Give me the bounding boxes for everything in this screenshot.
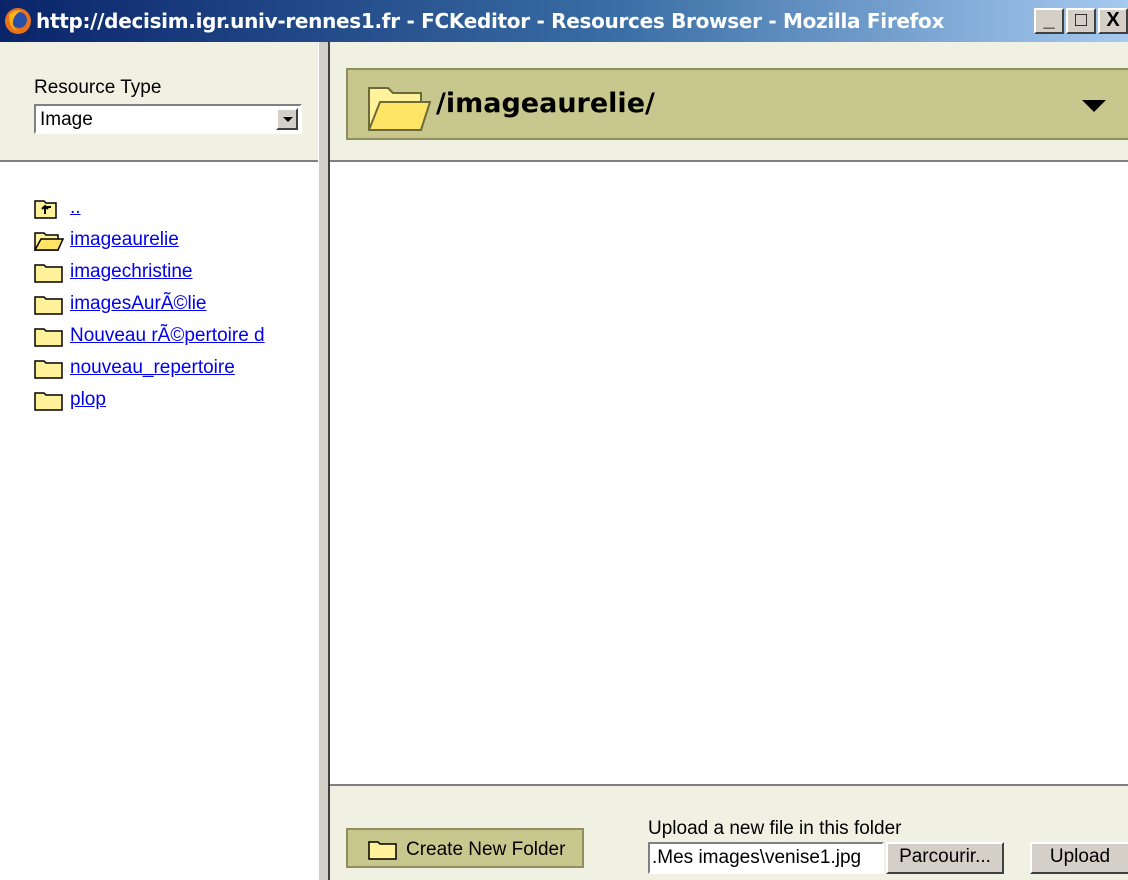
triangle-down-icon[interactable] [1082,100,1106,112]
tree-item-parent[interactable]: .. [34,192,265,224]
tree-item-nouveau-repertoire[interactable]: nouveau_repertoire [34,352,265,384]
tree-item-imagechristine[interactable]: imagechristine [34,256,265,288]
folder-icon [34,392,63,411]
folder-icon [34,328,63,347]
upload-label: Upload a new file in this folder [648,818,902,839]
folder-tree: .. imageaurelie imagechristine imagesAur… [34,192,265,416]
chevron-down-icon[interactable] [276,108,298,130]
resource-type-value: Image [40,109,93,130]
file-listing[interactable] [330,162,1128,784]
current-folder-path: /imageaurelie/ [436,88,655,119]
folder-icon [368,841,397,860]
folder-open-icon [34,232,64,251]
upload-file-input[interactable]: .Mes images\venise1.jpg [648,842,884,874]
left-panel: Resource Type Image .. imageaurelie imag [0,42,318,880]
resource-type-section: Resource Type Image [0,42,318,162]
tree-item-plop[interactable]: plop [34,384,265,416]
folder-icon [34,296,63,315]
folder-up-icon [34,200,57,219]
window-title: http://decisim.igr.univ-rennes1.fr - FCK… [36,9,945,33]
tree-item-label[interactable]: plop [70,389,106,411]
tree-item-label[interactable]: nouveau_repertoire [70,357,235,379]
folder-open-icon [367,87,432,131]
panel-splitter[interactable] [318,42,330,880]
browse-button[interactable]: Parcourir... [886,842,1004,874]
tree-item-label[interactable]: imagesAurÃ©lie [70,293,207,315]
current-folder-bar[interactable]: /imageaurelie/ [346,68,1128,140]
folder-icon [34,264,63,283]
upload-button[interactable]: Upload [1030,842,1128,874]
minimize-button[interactable]: _ [1034,8,1064,34]
tree-item-label[interactable]: Nouveau rÃ©pertoire d [70,325,265,347]
bottom-toolbar: Create New Folder Upload a new file in t… [330,784,1128,880]
title-bar: http://decisim.igr.univ-rennes1.fr - FCK… [0,0,1128,42]
tree-item-imageaurelie[interactable]: imageaurelie [34,224,265,256]
tree-item-label[interactable]: .. [70,197,81,219]
right-panel: /imageaurelie/ Create New Folder Upload … [330,42,1128,880]
firefox-icon [5,8,31,34]
tree-item-label[interactable]: imageaurelie [70,229,179,251]
resource-type-select[interactable]: Image [34,104,302,134]
tree-item-label[interactable]: imagechristine [70,261,193,283]
maximize-button[interactable]: □ [1066,8,1096,34]
create-folder-button[interactable]: Create New Folder [346,828,584,868]
folder-header: /imageaurelie/ [330,42,1128,162]
create-folder-label: Create New Folder [406,839,566,860]
folder-icon [34,360,63,379]
tree-item-imagesaurelie[interactable]: imagesAurÃ©lie [34,288,265,320]
close-button[interactable]: X [1098,8,1128,34]
resource-type-label: Resource Type [34,77,162,98]
tree-item-nouveau-repertoire-d[interactable]: Nouveau rÃ©pertoire d [34,320,265,352]
